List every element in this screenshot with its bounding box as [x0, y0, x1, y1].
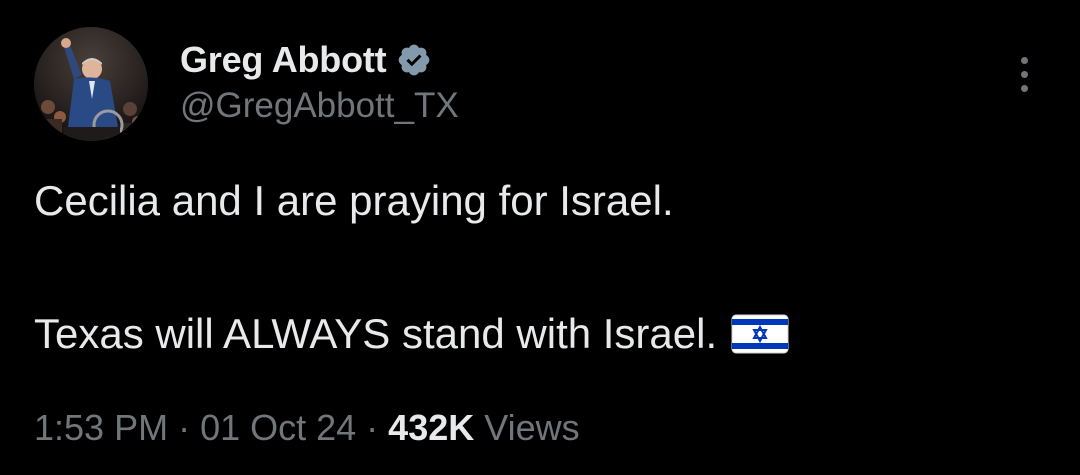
more-dot [1020, 84, 1028, 92]
more-dot [1020, 56, 1028, 64]
more-vertical-icon[interactable] [1004, 50, 1044, 98]
tweet-text-line-2-text: Texas will ALWAYS stand with Israel. [34, 310, 718, 357]
author-name-row[interactable]: Greg Abbott [180, 38, 432, 82]
tweet-time[interactable]: 1:53 PM [34, 402, 168, 454]
israel-flag-icon [731, 314, 789, 354]
tweet-date[interactable]: 01 Oct 24 [200, 402, 356, 454]
tweet-meta: 1:53 PM · 01 Oct 24 · 432K Views [34, 402, 580, 454]
more-dot [1020, 70, 1028, 78]
tweet-text-line-2: Texas will ALWAYS stand with Israel. [34, 308, 789, 360]
verified-badge-icon [396, 42, 432, 78]
avatar-photo [34, 27, 148, 141]
author-handle[interactable]: @GregAbbott_TX [180, 86, 459, 126]
meta-separator: · [178, 407, 191, 448]
views-label[interactable]: Views [484, 402, 579, 454]
meta-separator: · [366, 407, 379, 448]
tweet-text-line-1: Cecilia and I are praying for Israel. [34, 177, 674, 224]
avatar[interactable] [34, 27, 148, 141]
views-count[interactable]: 432K [388, 402, 474, 454]
display-name[interactable]: Greg Abbott [180, 39, 387, 81]
tweet-card[interactable]: Greg Abbott @GregAbbott_TX Cecilia and I… [0, 0, 1080, 475]
